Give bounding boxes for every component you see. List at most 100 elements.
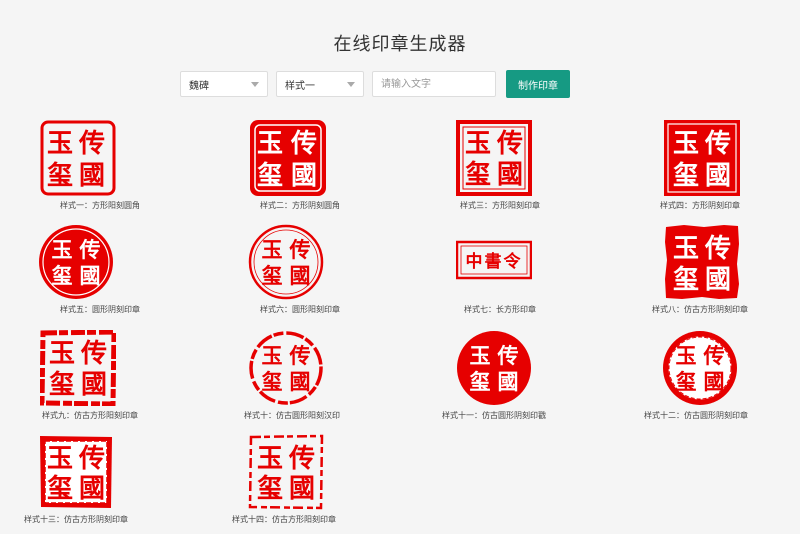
- seal-character: 玺: [257, 161, 283, 191]
- seal-character: 玺: [465, 160, 491, 190]
- seal-item-7[interactable]: 中書令 样式七：长方形印章: [400, 224, 600, 324]
- seal-item-3[interactable]: 玉 传 玺 國 样式三：方形阳刻印章: [400, 120, 600, 220]
- seal-image: 玉 传 玺 國: [664, 224, 740, 300]
- seal-item-1[interactable]: 玉 传 玺 國 样式一：方形阳刻圆角: [0, 120, 200, 220]
- seal-character: 玺: [47, 161, 73, 191]
- seal-character: 玉: [257, 444, 283, 474]
- page-title: 在线印章生成器: [333, 34, 467, 55]
- seal-item-11[interactable]: 玉 传 玺 國 样式十一：仿古圆形阴刻印戳: [394, 330, 594, 430]
- seal-label: 样式四：方形阴刻印章: [660, 201, 740, 210]
- seal-item-10[interactable]: 玉 传 玺 國 样式十：仿古圆形阳刻汉印: [192, 330, 392, 430]
- seal-character: 玉: [470, 343, 491, 368]
- seal-character: 國: [79, 161, 105, 191]
- seal-character: 國: [497, 160, 523, 190]
- font-select[interactable]: 魏碑: [180, 71, 268, 97]
- seal-label: 样式十：仿古圆形阳刻汉印: [244, 411, 340, 420]
- seal-character: 玉: [47, 444, 73, 474]
- seal-item-8[interactable]: 玉 传 玺 國 样式八：仿古方形阴刻印章: [600, 224, 800, 324]
- seal-item-9[interactable]: 玉 传 玺 國 样式九：仿古方形阳刻印章: [0, 330, 190, 430]
- seal-item-12[interactable]: 玉 传 玺 國 样式十二：仿古圆形阴刻印章: [596, 330, 796, 430]
- seal-item-2[interactable]: 玉 传 玺 國 样式二：方形阴刻圆角: [200, 120, 400, 220]
- seal-label: 样式七：长方形印章: [464, 305, 536, 314]
- chevron-down-icon: [347, 82, 355, 87]
- seal-character: 传: [704, 129, 731, 159]
- seal-image: 玉 传 玺 國: [40, 120, 116, 196]
- seal-character: 國: [705, 161, 731, 191]
- seal-character: 玺: [470, 369, 491, 394]
- seal-character: 玉: [49, 339, 75, 369]
- seal-image: 玉 传 玺 國: [456, 120, 532, 196]
- seal-label: 样式八：仿古方形阴刻印章: [652, 305, 748, 314]
- seal-character: 传: [496, 129, 523, 159]
- seal-character: 玉: [52, 237, 73, 262]
- seal-label: 样式五：圆形阴刻印章: [60, 305, 140, 314]
- seal-character: 玉: [673, 129, 699, 159]
- text-input[interactable]: [372, 71, 496, 97]
- seal-item-6[interactable]: 玉 传 玺 國 样式六：圆形阳刻印章: [200, 224, 400, 324]
- seal-character: 玺: [673, 161, 699, 191]
- seal-character: 玉: [673, 234, 699, 264]
- seal-character: 國: [704, 369, 725, 394]
- seal-character: 玺: [673, 265, 699, 295]
- seal-image: 玉 传 玺 國: [456, 330, 532, 406]
- seal-character: 传: [497, 343, 519, 368]
- seal-image: 玉 传 玺 國: [248, 434, 324, 510]
- seal-character: 传: [704, 234, 731, 264]
- seal-character: 传: [80, 339, 107, 369]
- seal-character: 國: [79, 474, 105, 504]
- seal-image: 中書令: [456, 224, 532, 300]
- seal-character: 传: [289, 343, 311, 368]
- seal-label: 样式三：方形阳刻印章: [460, 201, 540, 210]
- style-select[interactable]: 样式一: [276, 71, 364, 97]
- make-seal-button[interactable]: 制作印章: [506, 70, 570, 98]
- seal-character: 玉: [257, 129, 283, 159]
- seal-character: 玉: [262, 237, 283, 262]
- seal-image: 玉 传 玺 國: [38, 434, 114, 510]
- seal-character: 國: [81, 370, 107, 400]
- seal-label: 样式一：方形阳刻圆角: [60, 201, 140, 210]
- seal-character: 传: [703, 343, 725, 368]
- seal-character: 國: [705, 265, 731, 295]
- seal-image: 玉 传 玺 國: [40, 330, 116, 406]
- seal-character: 玺: [676, 369, 697, 394]
- seal-character: 國: [80, 263, 101, 288]
- seal-character: 传: [290, 129, 317, 159]
- seal-label: 样式十四：仿古方形阳刻印章: [232, 515, 336, 524]
- seal-character: 玺: [257, 474, 283, 504]
- seal-character: 玺: [52, 263, 73, 288]
- seal-character: 传: [78, 444, 105, 474]
- seal-item-5[interactable]: 玉 传 玺 國 样式五：圆形阴刻印章: [0, 224, 200, 324]
- seal-character: 玉: [47, 129, 73, 159]
- seal-character: 國: [289, 474, 315, 504]
- seal-label: 样式九：仿古方形阳刻印章: [42, 411, 138, 420]
- seal-image: 玉 传 玺 國: [664, 120, 740, 196]
- seal-image: 玉 传 玺 國: [248, 224, 324, 300]
- seal-character: 國: [291, 161, 317, 191]
- seal-image: 玉 传 玺 國: [38, 224, 114, 300]
- seal-character: 玺: [262, 263, 283, 288]
- font-select-value: 魏碑: [189, 80, 209, 92]
- seal-image: 玉 传 玺 國: [248, 330, 324, 406]
- seal-character: 传: [289, 237, 311, 262]
- style-select-value: 样式一: [285, 80, 315, 92]
- seal-character: 传: [288, 444, 315, 474]
- seal-character: 中書令: [466, 251, 523, 272]
- seal-character: 國: [290, 369, 311, 394]
- seal-item-14[interactable]: 玉 传 玺 國 样式十四：仿古方形阳刻印章: [184, 434, 384, 534]
- seal-image: 玉 传 玺 國: [662, 330, 738, 406]
- seal-character: 传: [78, 129, 105, 159]
- seal-character: 國: [290, 263, 311, 288]
- seal-label: 样式十一：仿古圆形阴刻印戳: [442, 411, 546, 420]
- chevron-down-icon: [251, 82, 259, 87]
- seal-label: 样式十二：仿古圆形阴刻印章: [644, 411, 748, 420]
- seal-character: 玉: [465, 129, 491, 159]
- seal-character: 玺: [49, 370, 75, 400]
- seal-character: 玺: [47, 474, 73, 504]
- seal-label: 样式十三：仿古方形阴刻印章: [24, 515, 128, 524]
- seal-character: 传: [79, 237, 101, 262]
- seal-item-4[interactable]: 玉 传 玺 國 样式四：方形阴刻印章: [600, 120, 800, 220]
- seal-label: 样式六：圆形阳刻印章: [260, 305, 340, 314]
- seal-item-13[interactable]: 玉 传 玺 國 样式十三：仿古方形阴刻印章: [0, 434, 176, 534]
- seal-character: 國: [498, 369, 519, 394]
- seal-character: 玉: [676, 343, 697, 368]
